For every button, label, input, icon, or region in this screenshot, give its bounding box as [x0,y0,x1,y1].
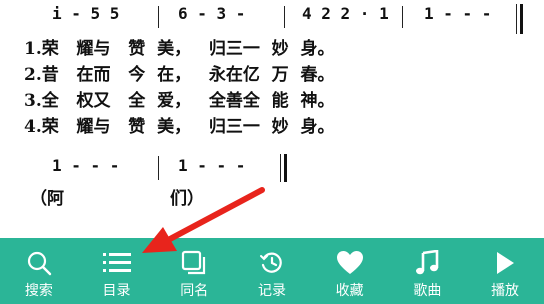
notation-amen-measure-2: 1 - - - [178,156,246,175]
bar-line [158,6,159,28]
toolbar-favorite-label: 收藏 [335,283,364,299]
toolbar-search-button[interactable]: 搜索 [1,238,77,304]
toolbar-play-label: 播放 [491,283,520,299]
notation-measure-3: 4 2 2 · 1 [302,4,389,23]
play-icon [490,248,520,278]
toolbar-same-name-button[interactable]: 同名 [156,238,232,304]
music-note-icon [412,248,442,278]
toolbar-same-name-label: 同名 [180,283,209,299]
score-view: i - 5 5 6 - 3 - 4 2 2 · 1 1 - - - 1.荣 耀与… [0,0,544,238]
heart-icon [335,248,365,278]
notation-amen-measure-1: 1 - - - [52,156,120,175]
list-icon [102,248,132,278]
toolbar-play-button[interactable]: 播放 [467,238,543,304]
toolbar-history-button[interactable]: 记录 [234,238,310,304]
toolbar-contents-button[interactable]: 目录 [79,238,155,304]
copy-icon [179,248,209,278]
history-icon [257,248,287,278]
notation-measure-4: 1 - - - [424,4,492,23]
final-bar-line [520,4,523,34]
bar-line [516,4,517,34]
lyric-verse-2: 2.昔 在而 今 在， 永在亿 万 春。 [24,65,335,85]
toolbar-history-label: 记录 [257,283,286,299]
lyric-verse-3: 3.全 权又 全 爱， 全善全 能 神。 [24,91,335,111]
bar-line [284,6,285,28]
bottom-toolbar: 搜索 目录 同名 记录 收藏 歌曲 播放 [0,238,544,304]
lyric-verse-4: 4.荣 耀与 赞 美， 归三一 妙 身。 [24,117,335,137]
search-icon [24,248,54,278]
bar-line [402,6,403,28]
toolbar-songs-button[interactable]: 歌曲 [389,238,465,304]
bar-line [280,154,281,182]
amen-lyric-open: （阿 [30,189,64,209]
toolbar-songs-label: 歌曲 [413,283,442,299]
amen-lyric-close: 们） [170,189,204,209]
lyric-verse-1: 1.荣 耀与 赞 美， 归三一 妙 身。 [24,39,335,59]
final-bar-line [284,154,287,182]
bar-line [158,156,159,180]
notation-measure-1: i - 5 5 [52,4,120,23]
toolbar-favorite-button[interactable]: 收藏 [312,238,388,304]
toolbar-search-label: 搜索 [24,283,53,299]
toolbar-contents-label: 目录 [102,283,131,299]
notation-measure-2: 6 - 3 - [178,4,246,23]
